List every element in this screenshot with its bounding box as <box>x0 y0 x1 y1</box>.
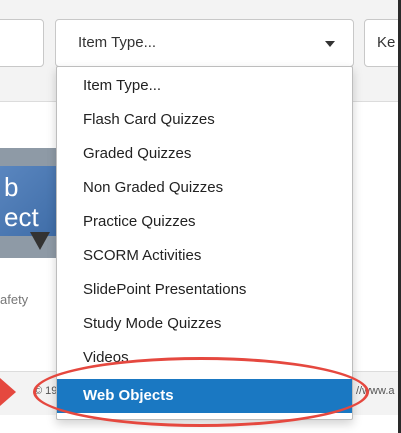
option-study-mode-quizzes[interactable]: Study Mode Quizzes <box>57 307 352 341</box>
thumbnail-text: b ect <box>4 172 39 232</box>
keyword-button-label: Ke <box>377 34 396 51</box>
option-non-graded-quizzes[interactable]: Non Graded Quizzes <box>57 171 352 205</box>
annotation-circle <box>33 357 369 427</box>
option-item-type[interactable]: Item Type... <box>57 69 352 103</box>
item-type-select-value: Item Type... <box>78 34 157 51</box>
keyword-button[interactable]: Ke <box>364 19 398 67</box>
item-type-select[interactable]: Item Type... <box>55 19 354 67</box>
item-caption: afety <box>0 292 29 307</box>
screenshot-canvas: Item Type... Ke b ect afety © 199 //www.… <box>0 0 398 433</box>
option-slidepoint-presentations[interactable]: SlidePoint Presentations <box>57 273 352 307</box>
option-scorm-activities[interactable]: SCORM Activities <box>57 239 352 273</box>
option-graded-quizzes[interactable]: Graded Quizzes <box>57 137 352 171</box>
option-practice-quizzes[interactable]: Practice Quizzes <box>57 205 352 239</box>
option-flash-card-quizzes[interactable]: Flash Card Quizzes <box>57 103 352 137</box>
thumbnail-stand-icon <box>30 232 50 250</box>
search-field[interactable] <box>0 19 44 67</box>
annotation-arrow-icon <box>0 378 16 406</box>
chevron-down-icon <box>325 41 335 47</box>
